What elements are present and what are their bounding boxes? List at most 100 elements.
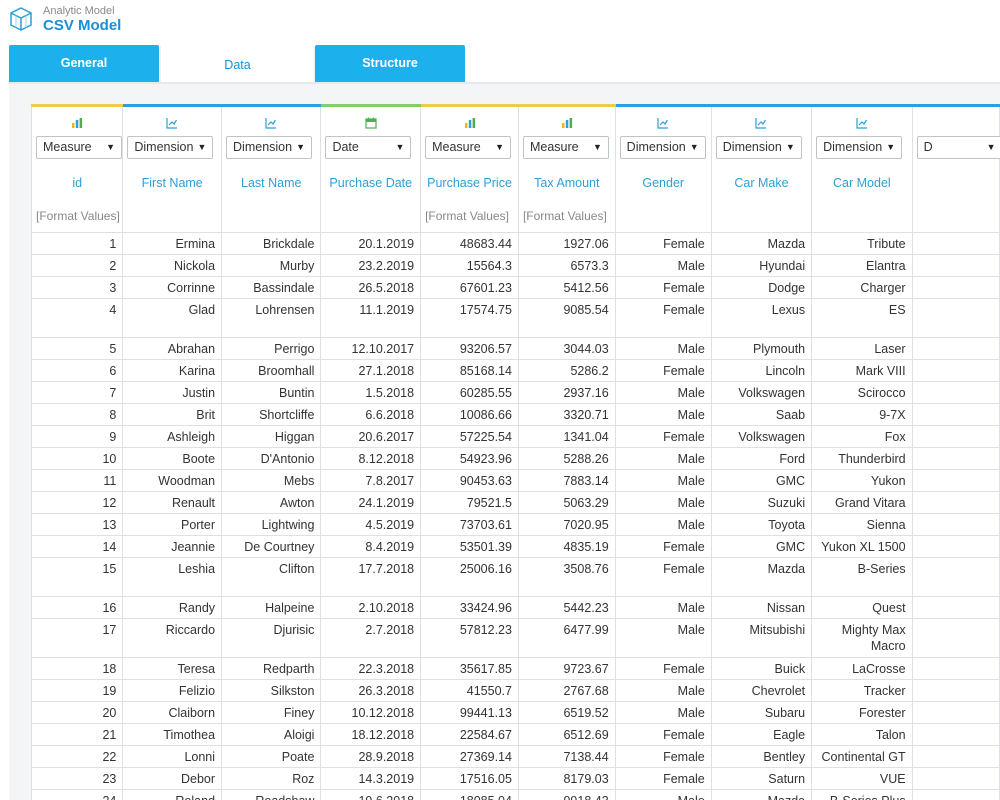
column-type-select[interactable]: Dimension ▼ [816,136,903,159]
table-cell: Female [614,657,712,680]
table-row: 14 Jeannie De Courtney 8.4.2019 53501.39 4835… [31,535,1000,558]
table-cell-partial [911,491,1000,514]
table-cell: 9085.54 [517,298,616,338]
dropdown-arrow-icon: ▼ [495,142,505,152]
table-cell: Buick [710,657,813,680]
format-values-link[interactable]: [Format Values] [36,209,120,223]
table-cell: 90453.63 [420,469,519,492]
column-name[interactable]: First Name [123,176,221,190]
table-cell: 5442.23 [517,596,616,619]
table-cell: 17574.75 [420,298,519,338]
column-type-select[interactable]: D ▼ [916,136,1000,159]
table-cell: Abrahan [122,337,223,360]
tab-data[interactable]: Data [160,46,315,84]
table-cell: 20.6.2017 [320,425,422,448]
table-cell: Jeannie [122,535,223,558]
table-cell: Sienna [811,513,913,536]
table-cell: Timothea [122,723,223,746]
column-type-value: Dimension [722,140,782,154]
column-name[interactable]: Car Model [812,176,911,190]
table-cell: Fox [811,425,913,448]
table-cell: 5063.29 [517,491,616,514]
table-cell: 26.3.2018 [320,679,422,702]
format-values-link[interactable]: [Format Values] [523,209,607,223]
column-name[interactable]: id [32,176,122,190]
data-table: Measure ▼ id [Format Values] Dimension ▼ First… [31,104,1000,800]
column-name[interactable]: Purchase Price [421,176,518,190]
trend-icon [712,117,811,131]
table-cell: Scirocco [811,381,913,404]
table-cell: 6573.3 [517,254,616,277]
column-type-select[interactable]: Dimension ▼ [715,136,802,159]
dropdown-arrow-icon: ▼ [986,142,996,152]
table-cell: 79521.5 [420,491,519,514]
data-grid[interactable]: Measure ▼ id [Format Values] Dimension ▼ First… [31,104,1000,800]
table-cell-partial [911,447,1000,470]
column-name[interactable]: Gender [616,176,711,190]
table-cell: 9 [31,425,124,448]
table-cell: 18085.04 [420,789,519,800]
table-cell: Lohrensen [221,298,322,338]
column-name[interactable]: Car Make [712,176,811,190]
column-header: Date ▼ Purchase Date [320,104,422,233]
tab-general[interactable]: General [9,45,159,82]
table-cell: Yukon XL 1500 [811,535,913,558]
table-cell: Female [614,232,712,255]
table-cell: Boote [122,447,223,470]
table-row: 21 Timothea Aloigi 18.12.2018 22584.67 6512.6… [31,723,1000,746]
table-cell: Male [614,596,712,619]
column-type-select[interactable]: Measure ▼ [425,136,512,159]
table-row: 7 Justin Buntin 1.5.2018 60285.55 2937.16 Male… [31,381,1000,404]
column-header: Dimension ▼ First Name [122,104,223,233]
table-cell: 4.5.2019 [320,513,422,536]
table-cell: Roadshaw [221,789,322,800]
table-cell: 7020.95 [517,513,616,536]
table-cell-partial [911,469,1000,492]
table-cell: 48683.44 [420,232,519,255]
table-cell: 8.12.2018 [320,447,422,470]
table-cell: Bentley [710,745,813,768]
column-name[interactable]: Last Name [222,176,320,190]
table-cell: 85168.14 [420,359,519,382]
trend-icon [616,117,711,131]
column-header: Dimension ▼ Last Name [221,104,322,233]
column-name[interactable]: Purchase Date [321,176,420,190]
tab-structure[interactable]: Structure [315,45,465,82]
table-cell: Male [614,789,712,800]
column-type-select[interactable]: Measure ▼ [36,136,122,159]
table-cell: 3320.71 [517,403,616,426]
table-cell: 7 [31,381,124,404]
column-type-select[interactable]: Dimension ▼ [226,136,313,159]
format-values-link[interactable]: [Format Values] [425,209,509,223]
table-cell: Lincoln [710,359,813,382]
table-cell: 22.3.2018 [320,657,422,680]
table-cell: Female [614,425,712,448]
column-type-select[interactable]: Measure ▼ [522,136,609,159]
table-cell: Buntin [221,381,322,404]
column-type-select[interactable]: Dimension ▼ [127,136,214,159]
table-cell: Laser [811,337,913,360]
table-cell: Male [614,381,712,404]
table-cell: 20 [31,701,124,724]
column-type-select[interactable]: Dimension ▼ [619,136,706,159]
table-cell: Male [614,469,712,492]
table-cell: Male [614,679,712,702]
table-cell: Woodman [122,469,223,492]
bar-chart-icon [32,117,122,131]
trend-icon [123,117,221,131]
table-cell-partial [911,557,1000,597]
table-cell-partial [911,789,1000,800]
column-type-value: Dimension [626,140,686,154]
table-cell: Porter [122,513,223,536]
column-header: Dimension ▼ Car Model [811,104,913,233]
dropdown-arrow-icon: ▼ [593,142,602,152]
column-type-select[interactable]: Date ▼ [325,136,412,159]
table-cell: 54923.96 [420,447,519,470]
table-cell: 14 [31,535,124,558]
dropdown-arrow-icon: ▼ [395,142,405,152]
table-cell: 18.12.2018 [320,723,422,746]
column-name[interactable]: Tax Amount [519,176,615,190]
table-cell: 19 [31,679,124,702]
table-cell: LaCrosse [811,657,913,680]
table-row: 17 Riccardo Djurisic 2.7.2018 57812.23 6477.9… [31,618,1000,658]
